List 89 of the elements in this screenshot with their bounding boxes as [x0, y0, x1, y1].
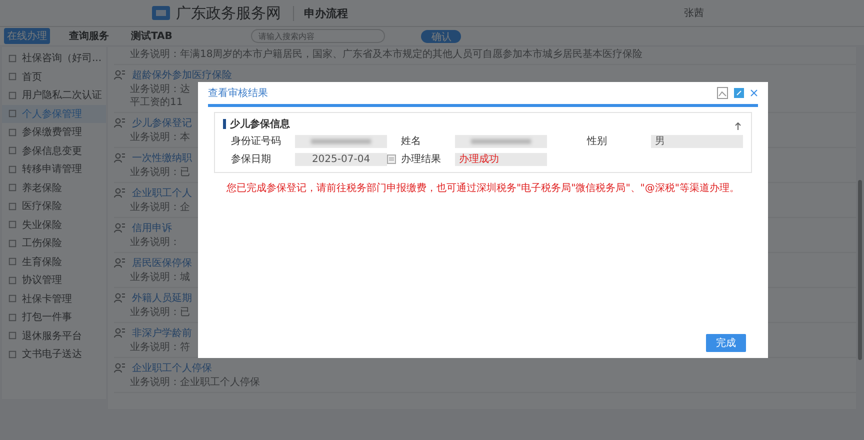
service-description: 业务说明：已 [129, 168, 190, 178]
sidebar-item[interactable]: 社保咨询（好司... [2, 49, 106, 68]
person-icon [114, 363, 126, 373]
square-icon [8, 276, 17, 285]
sidebar-item[interactable]: 打包一件事 [2, 308, 106, 326]
sidebar-item[interactable]: 用户隐私二次认证 [2, 86, 106, 104]
calendar-icon[interactable] [387, 154, 396, 164]
service-description: 业务说明：年满18周岁的本市户籍居民，国家、广东省及本市规定的其他人员可自愿参加本市城乡居民基本医疗保险 [129, 50, 643, 60]
sidebar-item[interactable]: 工伤保险 [2, 234, 106, 252]
square-icon [8, 54, 17, 63]
service-link[interactable]: 居民医保停保 [132, 256, 192, 270]
square-icon [8, 350, 17, 359]
nav-tab[interactable]: 在线办理 [4, 28, 50, 44]
square-icon [8, 90, 17, 100]
sidebar-item[interactable]: 医疗保险 [2, 197, 106, 216]
service-link[interactable]: 超龄保外参加医疗保险 [132, 68, 232, 82]
search-field[interactable]: 请输入搜索内容 [251, 29, 386, 43]
sidebar-item[interactable]: 参保信息变更 [2, 142, 106, 160]
nav-tab[interactable]: 测试TAB [128, 28, 176, 44]
service-description: 业务说明：本 [129, 133, 190, 143]
sidebar-item[interactable]: 首页 [2, 68, 106, 86]
person-icon [114, 293, 126, 303]
square-icon [8, 183, 17, 192]
date-field[interactable]: 2025-07-04 [295, 152, 387, 166]
service-description: 业务说明：城 [129, 273, 190, 283]
person-icon [114, 328, 126, 338]
service-link[interactable]: 非深户学龄前 [132, 326, 192, 340]
section-title: 少儿参保信息 [230, 118, 290, 131]
service-description: 业务说明：企 [129, 203, 190, 213]
square-icon [8, 128, 17, 137]
sidebar-item[interactable]: 文书电子送达 [2, 345, 106, 364]
service-link[interactable]: 企业职工个人停保 [132, 361, 212, 375]
person-icon [114, 153, 126, 163]
confirm-button[interactable]: 确认 [421, 30, 462, 42]
person-icon [114, 70, 126, 80]
notice-message: 您已完成参保登记，请前往税务部门申报缴费，也可通过深圳税务"电子税务局"微信税务局"、"@深税"等渠道办理。 [226, 182, 740, 195]
sidebar-item[interactable]: 失业保险 [2, 216, 106, 234]
person-icon [114, 188, 126, 198]
service-description: 业务说明：企业职工个人停保 [129, 378, 260, 388]
square-icon [8, 238, 17, 248]
field-label: 办理结果 [401, 152, 442, 166]
image-icon[interactable] [717, 87, 728, 99]
field-label: 身份证号码 [231, 135, 282, 148]
square-icon [8, 312, 17, 322]
value-field: 男 [651, 134, 743, 148]
person-icon [114, 118, 126, 128]
page-subtitle: 申办流程 [293, 6, 348, 20]
square-icon [8, 331, 17, 340]
service-link[interactable]: 企业职工个人 [132, 186, 192, 200]
sidebar-item[interactable]: 生育保险 [2, 252, 106, 271]
square-icon [8, 164, 17, 174]
edit-icon[interactable] [734, 88, 744, 98]
sidebar-item[interactable]: 社保卡管理 [2, 290, 106, 308]
sidebar-item[interactable]: 转移申请管理 [2, 160, 106, 178]
sidebar-item[interactable]: 退休服务平台 [2, 326, 106, 345]
square-icon [8, 257, 17, 266]
person-icon [114, 223, 126, 233]
close-icon[interactable] [750, 89, 758, 97]
nav-tab[interactable]: 查询服务 [66, 28, 112, 44]
logo-icon [152, 6, 170, 20]
service-description: 业务说明：达 [129, 85, 190, 95]
service-link[interactable]: 外籍人员延期 [132, 291, 192, 305]
field-label: 性别 [587, 134, 608, 148]
status-field: 办理成功 [455, 152, 547, 166]
square-icon [8, 72, 17, 82]
service-link[interactable]: 一次性缴纳职 [132, 151, 192, 165]
service-description: 业务说明： [129, 238, 180, 248]
user-name[interactable]: 张茜 [684, 6, 704, 20]
field-label: 姓名 [401, 135, 422, 148]
service-description: 业务说明：符 [129, 343, 190, 353]
field-label: 参保日期 [231, 152, 272, 166]
site-title: 广东政务服务网 [176, 4, 281, 22]
sidebar-item[interactable]: 养老保险 [2, 178, 106, 197]
sidebar-item[interactable]: 协议管理 [2, 271, 106, 290]
square-icon [8, 146, 17, 156]
service-link[interactable]: 少儿参保登记 [132, 116, 192, 130]
square-icon [8, 202, 17, 211]
done-button[interactable]: 完成 [706, 334, 746, 352]
sidebar-item[interactable]: 个人参保管理 [2, 104, 106, 123]
scrollbar[interactable] [858, 180, 862, 360]
service-description: 平工资的11 [129, 98, 183, 108]
square-icon [8, 294, 17, 304]
square-icon [8, 109, 17, 118]
dialog-title: 查看审核结果 [208, 86, 268, 100]
sidebar-item[interactable]: 参保缴费管理 [2, 123, 106, 142]
person-icon [114, 258, 126, 268]
square-icon [8, 220, 17, 230]
service-link[interactable]: 信用申诉 [132, 221, 172, 235]
service-description: 业务说明：已 [129, 308, 190, 318]
